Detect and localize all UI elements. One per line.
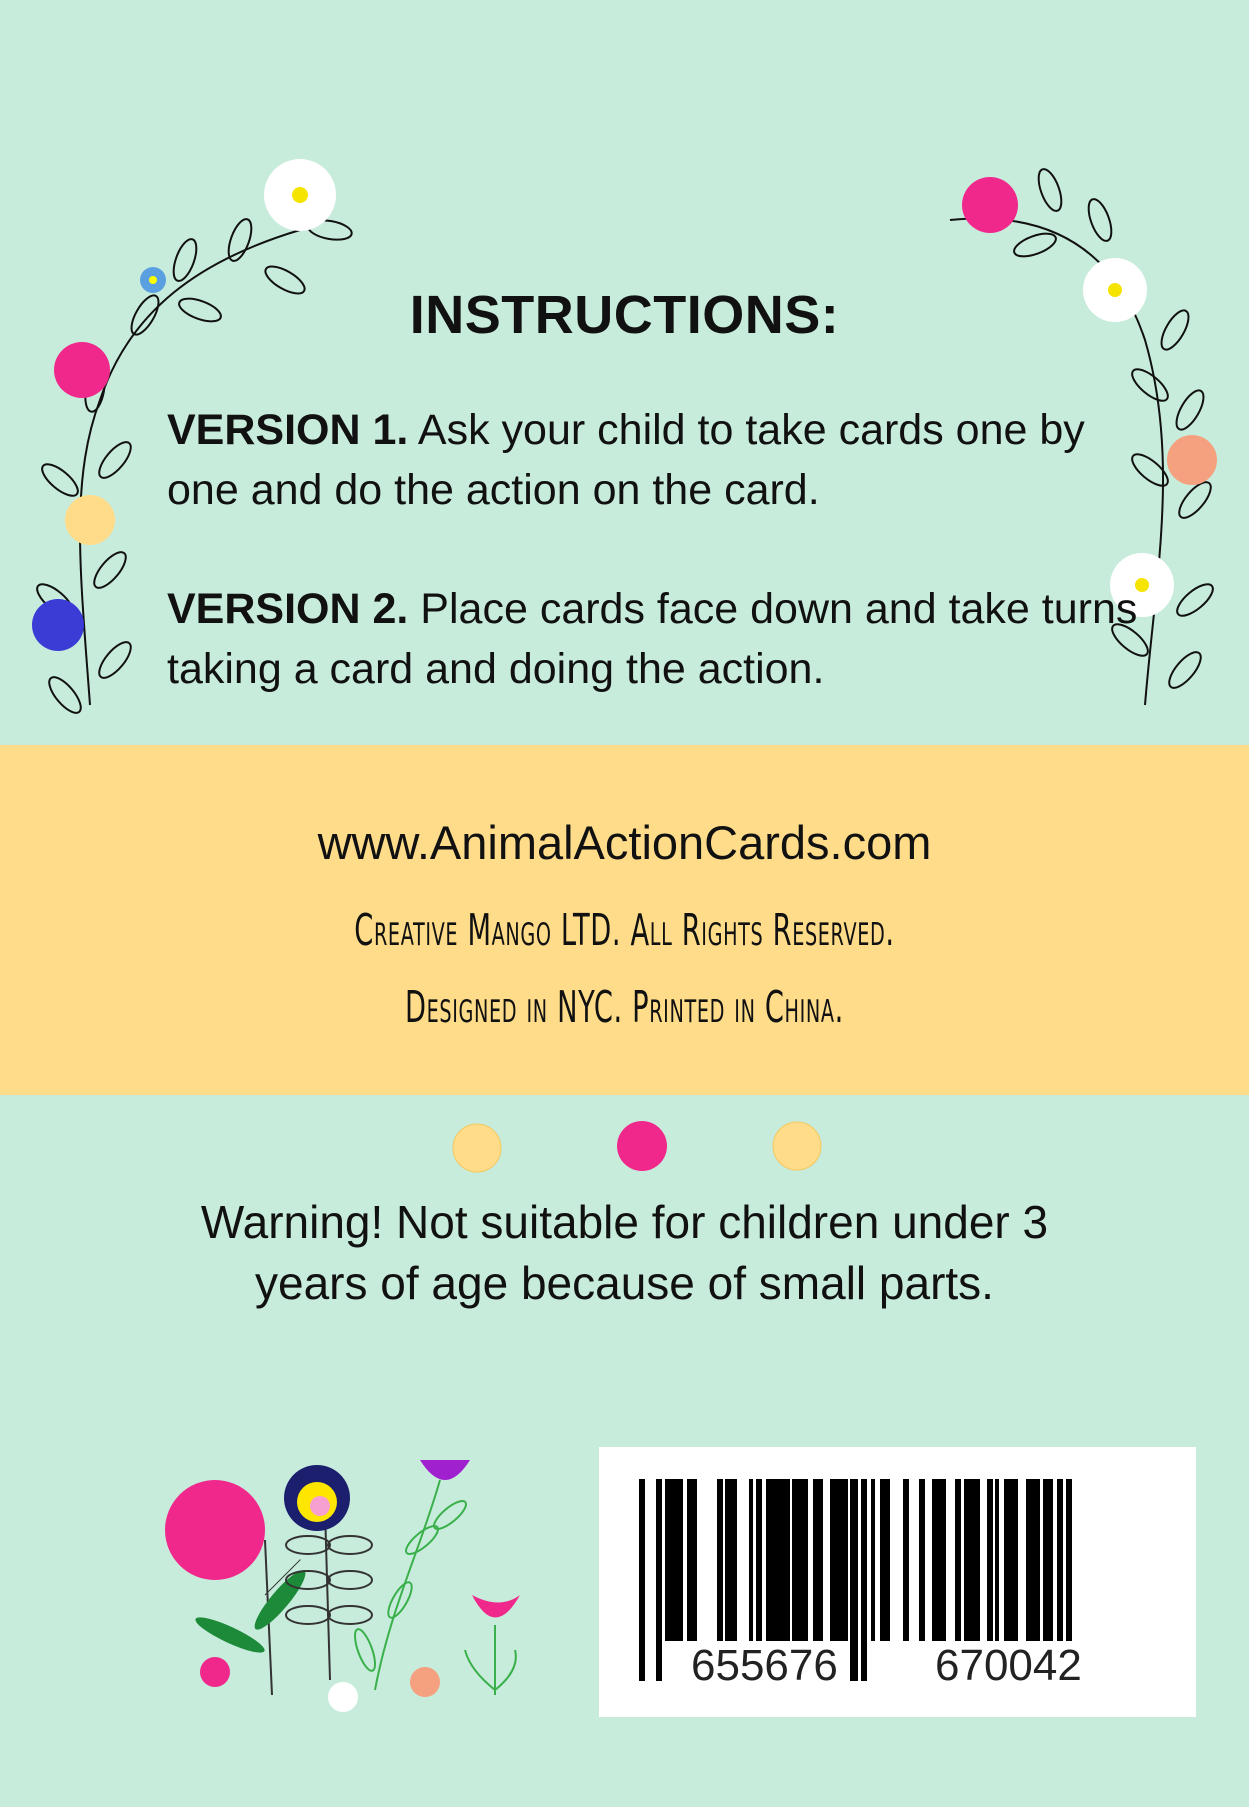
salmon-flower-icon bbox=[1167, 435, 1217, 485]
barcode-bar bbox=[725, 1479, 737, 1641]
barcode-bar bbox=[656, 1479, 662, 1681]
barcode-bar bbox=[1004, 1479, 1018, 1641]
pink-flower-icon bbox=[54, 342, 110, 398]
bottom-flowers-illustration bbox=[165, 1460, 520, 1712]
barcode-bar bbox=[717, 1479, 723, 1641]
barcode-bar bbox=[995, 1479, 999, 1641]
yellow-flower-icon bbox=[65, 495, 115, 545]
barcode-bar bbox=[792, 1479, 808, 1641]
website-url: www.AnimalActionCards.com bbox=[317, 816, 932, 869]
white-daisy-icon bbox=[264, 159, 336, 231]
version-1-label: VERSION 1. bbox=[167, 406, 409, 454]
barcode-right-digits: 670042 bbox=[929, 1641, 1088, 1691]
barcode-bar bbox=[850, 1479, 858, 1681]
barcode-bar bbox=[964, 1479, 980, 1641]
barcode-bar bbox=[1043, 1479, 1053, 1641]
barcode-bar bbox=[903, 1479, 909, 1641]
salmon-flower-icon bbox=[410, 1667, 440, 1697]
barcode-left-digits: 655676 bbox=[685, 1641, 844, 1691]
pink-flower-icon bbox=[617, 1121, 667, 1171]
yellow-flower-icon bbox=[452, 1123, 502, 1173]
barcode-bar bbox=[639, 1479, 645, 1681]
copyright-text: Creative Mango LTD. All Rights Reserved. bbox=[354, 905, 895, 956]
safety-warning: Warning! Not suitable for children under… bbox=[0, 1192, 1249, 1314]
barcode-bar bbox=[766, 1479, 790, 1641]
pink-dandelion-icon bbox=[165, 1480, 265, 1580]
barcode-bar bbox=[871, 1479, 875, 1641]
barcode-bar bbox=[880, 1479, 890, 1641]
barcode-bar bbox=[830, 1479, 848, 1641]
purple-tulip-icon bbox=[420, 1460, 470, 1480]
barcode-bar bbox=[1026, 1479, 1040, 1641]
barcode-bar bbox=[987, 1479, 993, 1641]
barcode-bar bbox=[861, 1479, 867, 1681]
version-2-instruction: VERSION 2. Place cards face down and tak… bbox=[167, 579, 1147, 699]
version-2-label: VERSION 2. bbox=[167, 585, 409, 633]
warning-line-1: Warning! Not suitable for children under… bbox=[200, 1196, 1049, 1248]
barcode-bar bbox=[955, 1479, 961, 1641]
blue-flower-icon bbox=[32, 599, 84, 651]
barcode-bar bbox=[813, 1479, 823, 1641]
barcode-bar bbox=[919, 1479, 925, 1641]
small-flowers-row bbox=[452, 1121, 822, 1173]
version-1-instruction: VERSION 1. Ask your child to take cards … bbox=[167, 400, 1147, 520]
barcode: 655676 670042 bbox=[599, 1447, 1196, 1717]
barcode-bar bbox=[932, 1479, 946, 1641]
origin-text: Designed in NYC. Printed in China. bbox=[405, 982, 844, 1033]
pink-flower-icon bbox=[962, 177, 1018, 233]
barcode-bar bbox=[665, 1479, 683, 1641]
barcode-bar bbox=[749, 1479, 753, 1641]
instructions-title: INSTRUCTIONS: bbox=[409, 285, 840, 345]
pink-tulip-icon bbox=[472, 1595, 520, 1618]
white-flower-icon bbox=[328, 1682, 358, 1712]
warning-line-2: years of age because of small parts. bbox=[255, 1257, 994, 1309]
barcode-bar bbox=[756, 1479, 762, 1641]
barcode-bar bbox=[687, 1479, 697, 1641]
yellow-flower-icon bbox=[772, 1121, 822, 1171]
pink-flower-icon bbox=[200, 1657, 230, 1687]
